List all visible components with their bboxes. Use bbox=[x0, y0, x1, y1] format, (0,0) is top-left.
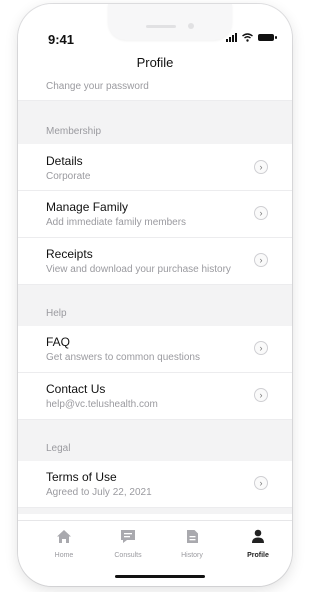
device-notch bbox=[108, 4, 232, 40]
tab-consults[interactable]: Consults bbox=[102, 529, 154, 559]
chevron-right-icon: › bbox=[254, 341, 268, 355]
list-item-title: Contact Us bbox=[46, 382, 106, 396]
home-indicator bbox=[115, 575, 205, 578]
tab-label: History bbox=[181, 552, 203, 559]
section-header-help: Help bbox=[46, 308, 67, 319]
home-icon bbox=[57, 530, 71, 543]
section-header-membership: Membership bbox=[46, 126, 102, 137]
list-item-change-password[interactable]: Change your password › bbox=[18, 78, 292, 101]
tab-label: Home bbox=[54, 552, 74, 559]
tab-label: Consults bbox=[114, 552, 142, 559]
list-item-title: Details bbox=[46, 154, 83, 168]
list-item-subtitle: Add immediate family members bbox=[46, 217, 187, 228]
list-item-subtitle: help@vc.telushealth.com bbox=[46, 399, 158, 410]
bottom-tab-bar: Home Consults History Profile bbox=[18, 520, 292, 586]
status-bar: 9:41 bbox=[18, 4, 292, 48]
page-header: Profile bbox=[18, 48, 292, 78]
chevron-right-icon: › bbox=[254, 476, 268, 490]
list-item-terms-of-use[interactable]: Terms of Use Agreed to July 22, 2021 › bbox=[18, 461, 292, 508]
chevron-right-icon: › bbox=[254, 206, 268, 220]
wifi-icon bbox=[242, 33, 253, 42]
tab-home[interactable]: Home bbox=[38, 529, 90, 559]
section-header-legal: Legal bbox=[46, 443, 71, 454]
list-item-subtitle: View and download your purchase history bbox=[46, 264, 231, 275]
list-item-title: Receipts bbox=[46, 247, 93, 261]
chevron-right-icon: › bbox=[254, 388, 268, 402]
notch-camera bbox=[188, 23, 194, 29]
chevron-right-icon: › bbox=[254, 160, 268, 174]
status-icons bbox=[226, 33, 277, 42]
person-icon bbox=[252, 529, 264, 543]
chat-icon bbox=[121, 530, 135, 543]
signal-icon bbox=[226, 33, 237, 42]
status-time: 9:41 bbox=[48, 32, 75, 47]
phone-frame: 9:41 Profile Change your password › Memb… bbox=[18, 4, 292, 586]
document-icon bbox=[186, 530, 198, 543]
battery-icon bbox=[258, 34, 277, 41]
profile-list[interactable]: Change your password › Membership Detail… bbox=[18, 78, 292, 522]
list-item-title: Manage Family bbox=[46, 200, 129, 214]
list-item-receipts[interactable]: Receipts View and download your purchase… bbox=[18, 238, 292, 285]
list-item-subtitle: Corporate bbox=[46, 171, 91, 182]
list-item-contact-us[interactable]: Contact Us help@vc.telushealth.com › bbox=[18, 373, 292, 420]
list-item-title: Terms of Use bbox=[46, 470, 117, 484]
list-item-title: FAQ bbox=[46, 335, 71, 349]
chevron-right-icon: › bbox=[254, 253, 268, 267]
tab-history[interactable]: History bbox=[166, 529, 218, 559]
list-item-subtitle: Change your password bbox=[46, 81, 149, 92]
list-item-subtitle: Agreed to July 22, 2021 bbox=[46, 487, 152, 498]
list-item-subtitle: Get answers to common questions bbox=[46, 352, 200, 363]
page-title: Profile bbox=[136, 55, 174, 70]
list-item-faq[interactable]: FAQ Get answers to common questions › bbox=[18, 326, 292, 373]
list-item-details[interactable]: Details Corporate › bbox=[18, 144, 292, 191]
tab-profile[interactable]: Profile bbox=[232, 529, 284, 559]
list-item-manage-family[interactable]: Manage Family Add immediate family membe… bbox=[18, 191, 292, 238]
tab-label: Profile bbox=[247, 552, 269, 559]
notch-speaker bbox=[146, 25, 176, 28]
